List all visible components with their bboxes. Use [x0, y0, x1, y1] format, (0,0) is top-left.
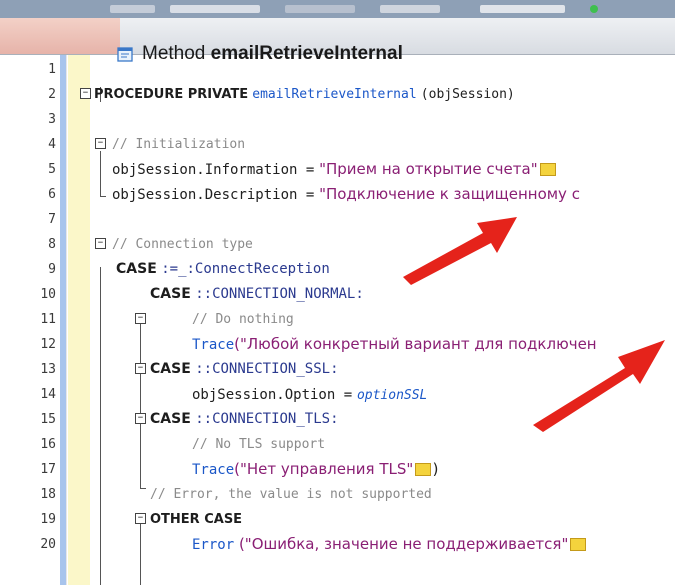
- fold-collapse-icon[interactable]: −: [135, 363, 146, 374]
- line-number: 14: [40, 387, 56, 402]
- code-line: 9 CASE :=_:ConnectReception: [0, 257, 675, 282]
- constant-value: optionSSL: [356, 388, 428, 403]
- line-number: 18: [40, 487, 56, 502]
- function-call: Trace: [192, 462, 235, 478]
- code-line: 1: [0, 57, 675, 82]
- line-number: 15: [40, 412, 56, 427]
- code-line: 10 CASE ::CONNECTION_NORMAL:: [0, 282, 675, 307]
- code-line: 11 − // Do nothing: [0, 307, 675, 332]
- string-literal: "Подключение к защищенному с: [319, 185, 580, 203]
- code-line: 4 − // Initialization: [0, 132, 675, 157]
- comment: // No TLS support: [192, 437, 326, 452]
- code-text: objSession.Option = optionSSL: [192, 382, 427, 408]
- translation-note-icon[interactable]: [415, 463, 432, 476]
- code-text: OTHER CASE: [150, 507, 242, 532]
- code-text: Error ("Ошибка, значение не поддерживает…: [192, 532, 587, 558]
- comment: // Connection type: [112, 237, 253, 252]
- line-number: 9: [48, 262, 56, 277]
- code-line: 5 objSession.Information = "Прием на отк…: [0, 157, 675, 182]
- code-text: PROCEDURE PRIVATE emailRetrieveInternal …: [94, 82, 515, 107]
- code-text: objSession.Information = "Прием на откры…: [112, 157, 556, 183]
- case-constant: ::CONNECTION_SSL:: [195, 361, 339, 377]
- code-line: 2 − PROCEDURE PRIVATE emailRetrieveInter…: [0, 82, 675, 107]
- code-area[interactable]: 1 2 − PROCEDURE PRIVATE emailRetrieveInt…: [0, 55, 675, 585]
- assignment-target: objSession.Option =: [192, 387, 353, 403]
- assignment-target: objSession.Information =: [112, 162, 315, 178]
- code-line: 6 objSession.Description = "Подключение …: [0, 182, 675, 207]
- code-line: 8 − // Connection type: [0, 232, 675, 257]
- code-editor-window: Method emailRetrieveInternal 1 2 − PROCE…: [0, 0, 675, 585]
- code-line: 7: [0, 207, 675, 232]
- keyword: CASE: [150, 411, 191, 427]
- string-literal: ("Нет управления TLS": [234, 460, 414, 478]
- red-arrow-icon: [533, 340, 665, 432]
- code-text: CASE ::CONNECTION_NORMAL:: [150, 282, 364, 307]
- translation-note-icon[interactable]: [570, 538, 587, 551]
- fold-collapse-icon[interactable]: −: [135, 413, 146, 424]
- toolbar-segment: [170, 5, 260, 13]
- comment: // Error, the value is not supported: [150, 487, 432, 502]
- line-number: 5: [48, 162, 56, 177]
- line-number: 17: [40, 462, 56, 477]
- toolbar-segment: [480, 5, 565, 13]
- code-line: 3: [0, 107, 675, 132]
- fold-collapse-icon[interactable]: −: [135, 513, 146, 524]
- line-number: 13: [40, 362, 56, 377]
- fold-collapse-icon[interactable]: −: [95, 238, 106, 249]
- keyword: CASE: [116, 261, 157, 277]
- tab-title-bar[interactable]: Method emailRetrieveInternal: [0, 18, 675, 64]
- line-number: 12: [40, 337, 56, 352]
- comment: // Do nothing: [192, 312, 294, 327]
- fold-collapse-icon[interactable]: −: [80, 88, 91, 99]
- line-number: 8: [48, 237, 56, 252]
- status-dot-icon: [590, 5, 598, 13]
- translation-note-icon[interactable]: [539, 163, 556, 176]
- code-line: 16 // No TLS support: [0, 432, 675, 457]
- parameter-list: (objSession): [420, 87, 515, 102]
- code-text: CASE ::CONNECTION_TLS:: [150, 407, 339, 432]
- case-expression: :=_:ConnectReception: [161, 261, 330, 277]
- code-line: 18 // Error, the value is not supported: [0, 482, 675, 507]
- toolbar-segment: [380, 5, 440, 13]
- comment: // Initialization: [112, 137, 246, 152]
- string-literal: ("Ошибка, значение не поддерживается": [238, 535, 569, 553]
- line-number: 11: [40, 312, 56, 327]
- line-number: 19: [40, 512, 56, 527]
- fold-collapse-icon[interactable]: −: [135, 313, 146, 324]
- case-constant: ::CONNECTION_NORMAL:: [195, 286, 364, 302]
- window-top-strip: [0, 0, 675, 18]
- line-number: 20: [40, 537, 56, 552]
- keyword: PROCEDURE PRIVATE: [94, 87, 249, 102]
- string-literal: "Прием на открытие счета": [319, 160, 538, 178]
- case-constant: ::CONNECTION_TLS:: [195, 411, 339, 427]
- code-text: CASE ::CONNECTION_SSL:: [150, 357, 339, 382]
- function-call: Trace: [192, 337, 235, 353]
- tab-accent: [0, 18, 120, 54]
- toolbar-segment: [110, 5, 155, 13]
- function-call: Error: [192, 537, 235, 553]
- line-number: 3: [48, 112, 56, 127]
- fold-collapse-icon[interactable]: −: [95, 138, 106, 149]
- line-number: 7: [48, 212, 56, 227]
- procedure-name: emailRetrieveInternal: [252, 87, 417, 102]
- line-number: 16: [40, 437, 56, 452]
- line-number: 6: [48, 187, 56, 202]
- line-number: 2: [48, 87, 56, 102]
- line-number: 4: [48, 137, 56, 152]
- closing-paren: ): [431, 460, 441, 478]
- keyword: CASE: [150, 361, 191, 377]
- code-text: CASE :=_:ConnectReception: [116, 257, 330, 282]
- keyword: CASE: [150, 286, 191, 302]
- code-line: 19 − OTHER CASE: [0, 507, 675, 532]
- code-text: Trace("Нет управления TLS"): [192, 457, 440, 483]
- code-line: 20 Error ("Ошибка, значение не поддержив…: [0, 532, 675, 557]
- red-arrow-icon: [403, 217, 517, 285]
- assignment-target: objSession.Description =: [112, 187, 315, 203]
- code-line: 17 Trace("Нет управления TLS"): [0, 457, 675, 482]
- line-number: 1: [48, 62, 56, 77]
- toolbar-segment: [285, 5, 355, 13]
- line-number: 10: [40, 287, 56, 302]
- keyword: OTHER CASE: [150, 512, 243, 527]
